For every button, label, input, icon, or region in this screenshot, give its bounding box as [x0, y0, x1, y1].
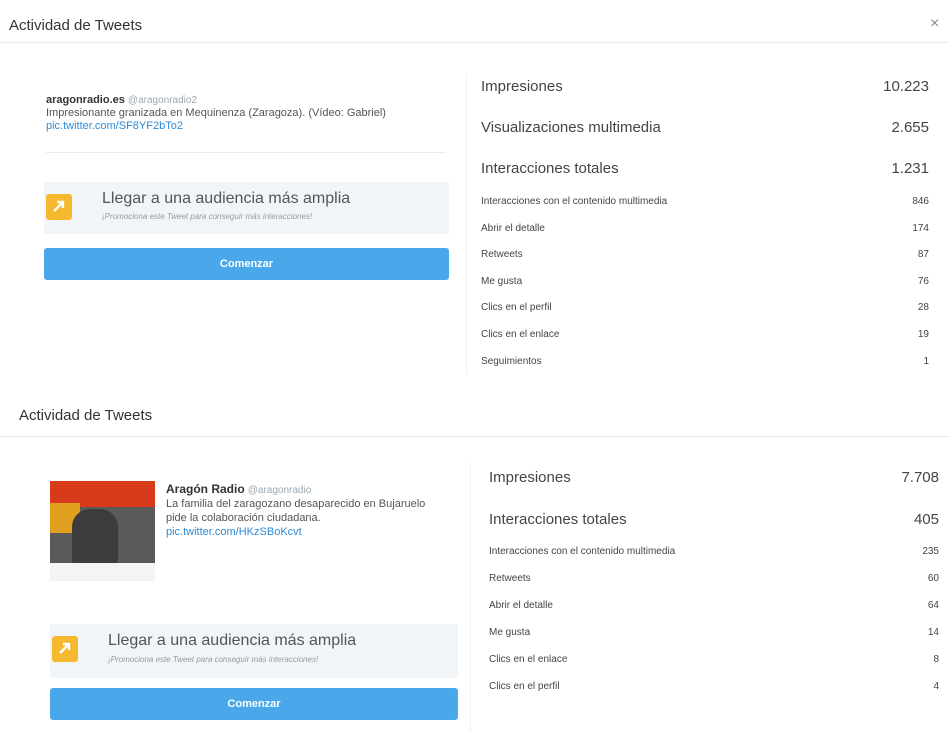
stat-row: Clics en el enlace 8 — [489, 654, 939, 665]
stat-label: Retweets — [489, 573, 531, 584]
stat-label: Interacciones con el contenido multimedi… — [481, 196, 668, 207]
tweet-author-name[interactable]: aragonradio.es — [46, 94, 125, 106]
stat-row: Clics en el enlace 19 — [481, 329, 929, 340]
stat-value: 405 — [913, 511, 939, 528]
stat-value: 76 — [917, 275, 929, 287]
start-button[interactable]: Comenzar — [44, 248, 449, 280]
stat-value: 8 — [933, 654, 939, 665]
column-divider — [466, 75, 467, 375]
stat-value: 1.231 — [891, 160, 929, 177]
stat-row: Impresiones 7.708 — [489, 469, 939, 486]
stat-row: Visualizaciones multimedia 2.655 — [481, 119, 929, 136]
stat-value: 846 — [912, 196, 929, 207]
tweet-card[interactable]: Aragón Radio @aragonradio La familia del… — [166, 483, 446, 539]
stat-label: Seguimientos — [481, 355, 542, 367]
stat-label: Clics en el perfil — [481, 302, 552, 314]
arrow-up-right-icon — [52, 636, 78, 662]
stat-row: Interacciones totales 405 — [489, 511, 939, 528]
tweet-divider — [46, 152, 446, 153]
tweet-text: La familia del zaragozano desaparecido e… — [166, 498, 426, 524]
stat-value: 2.655 — [891, 119, 929, 136]
tweet-thumbnail[interactable] — [50, 481, 155, 581]
stat-value: 87 — [917, 249, 929, 261]
stat-row: Interacciones totales 1.231 — [481, 160, 929, 177]
stat-label: Abrir el detalle — [481, 222, 545, 234]
stat-label: Clics en el perfil — [489, 681, 560, 692]
stat-row: Interacciones con el contenido multimedi… — [489, 546, 939, 557]
header-divider — [0, 42, 949, 43]
stat-label: Interacciones totales — [489, 511, 627, 528]
close-icon[interactable]: × — [930, 16, 939, 32]
stat-value: 7.708 — [901, 469, 939, 486]
stat-row: Me gusta 76 — [481, 276, 929, 287]
promo-box: Llegar a una audiencia más amplia ¡Promo… — [50, 624, 458, 678]
tweet-card[interactable]: aragonradio.es @aragonradio2 Impresionan… — [46, 94, 441, 133]
stat-label: Visualizaciones multimedia — [481, 119, 661, 136]
stat-label: Impresiones — [489, 469, 571, 486]
stat-row: Retweets 60 — [489, 573, 939, 584]
stat-label: Me gusta — [489, 627, 531, 638]
stat-value: 19 — [917, 329, 929, 340]
tweet-author-handle[interactable]: @aragonradio — [248, 485, 312, 496]
tweet-text: Impresionante granizada en Mequinenza (Z… — [46, 107, 386, 119]
stat-value: 1 — [923, 355, 929, 367]
tweet-activity-panel-2: Actividad de Tweets Aragón Radio @aragon… — [0, 392, 949, 734]
promo-title: Llegar a una audiencia más amplia — [102, 190, 351, 207]
stat-row: Abrir el detalle 64 — [489, 600, 939, 611]
stat-label: Impresiones — [481, 78, 563, 95]
stat-value: 14 — [927, 627, 939, 638]
stat-value: 174 — [912, 222, 929, 234]
header-divider — [0, 436, 949, 437]
tweet-author-handle[interactable]: @aragonradio2 — [128, 95, 197, 106]
tweet-author-name[interactable]: Aragón Radio — [166, 482, 245, 496]
stat-label: Abrir el detalle — [489, 600, 553, 611]
thumbnail-person — [72, 509, 118, 565]
stat-value: 10.223 — [883, 78, 929, 95]
stat-row: Clics en el perfil 28 — [481, 302, 929, 313]
tweet-media-link[interactable]: pic.twitter.com/SF8YF2bTo2 — [46, 120, 183, 132]
stat-label: Me gusta — [481, 275, 523, 287]
promo-subtitle: ¡Promociona este Tweet para conseguir má… — [108, 655, 319, 664]
panel-title: Actividad de Tweets — [19, 407, 153, 424]
stat-label: Interacciones totales — [481, 160, 619, 177]
stat-value: 64 — [927, 600, 939, 611]
stat-value: 60 — [927, 573, 939, 584]
stat-row: Impresiones 10.223 — [481, 78, 929, 95]
stat-row: Seguimientos 1 — [481, 356, 929, 367]
stat-value: 235 — [922, 546, 939, 557]
tweet-media-link[interactable]: pic.twitter.com/HKzSBoKcvt — [166, 526, 302, 538]
tweet-activity-panel-1: Actividad de Tweets × aragonradio.es @ar… — [0, 0, 949, 380]
stat-value: 4 — [933, 681, 939, 692]
column-divider — [470, 462, 471, 732]
stat-label: Retweets — [481, 249, 523, 261]
promo-title: Llegar a una audiencia más amplia — [108, 632, 357, 649]
arrow-up-right-icon — [46, 194, 72, 220]
stat-row: Abrir el detalle 174 — [481, 223, 929, 234]
stat-label: Interacciones con el contenido multimedi… — [489, 546, 676, 557]
stat-row: Retweets 87 — [481, 249, 929, 260]
promo-subtitle: ¡Promociona este Tweet para conseguir má… — [102, 212, 313, 221]
stat-row: Me gusta 14 — [489, 627, 939, 638]
thumbnail-caption — [50, 563, 155, 581]
stat-label: Clics en el enlace — [489, 654, 568, 665]
stat-row: Interacciones con el contenido multimedi… — [481, 196, 929, 207]
start-button[interactable]: Comenzar — [50, 688, 458, 720]
stat-row: Clics en el perfil 4 — [489, 681, 939, 692]
panel-title: Actividad de Tweets — [9, 17, 143, 34]
promo-box: Llegar a una audiencia más amplia ¡Promo… — [44, 182, 449, 234]
stat-value: 28 — [917, 302, 929, 314]
stat-label: Clics en el enlace — [481, 329, 560, 340]
